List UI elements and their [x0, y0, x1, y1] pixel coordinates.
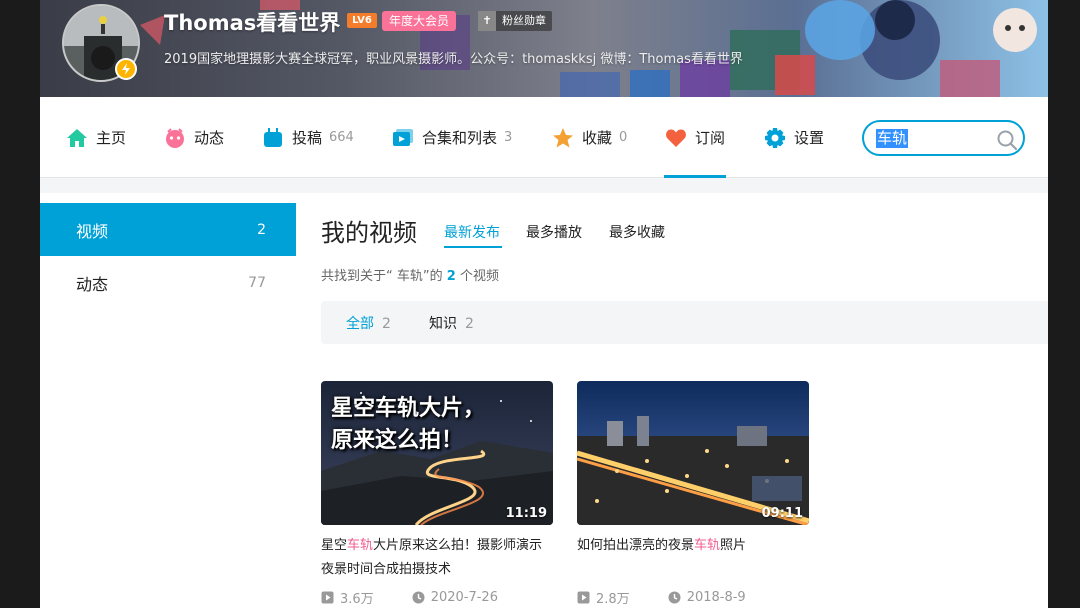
sidebar-item-videos[interactable]: 视频 2 [40, 203, 296, 256]
play-count-icon [577, 591, 590, 604]
title-part: 照片 [720, 538, 747, 553]
nav-label: 合集和列表 [422, 129, 498, 147]
nav-item-dynamic[interactable]: 动态 [164, 97, 224, 178]
sidebar-item-label: 动态 [76, 274, 109, 294]
play-count: 3.6万 [340, 592, 374, 607]
video-meta: 2.8万 2018-8-9 [577, 588, 809, 607]
nav-item-collections[interactable]: 合集和列表 3 [392, 97, 512, 178]
sort-tab-most-played[interactable]: 最多播放 [526, 222, 582, 242]
search-icon[interactable] [996, 129, 1018, 151]
clock-icon [668, 591, 681, 604]
nav-item-settings[interactable]: 设置 [764, 97, 824, 178]
space-page: Thomas看看世界 LV6 年度大会员 ✝ 粉丝勋章 2019国家地理摄影大赛… [40, 0, 1048, 608]
nav-count: 664 [329, 130, 354, 145]
category-filter: 全部 2 知识 2 [321, 301, 1048, 344]
home-icon [66, 127, 88, 149]
level-badge: LV6 [347, 13, 377, 28]
filter-count: 2 [465, 316, 474, 332]
nav-item-home[interactable]: 主页 [66, 97, 126, 178]
clock-icon [412, 591, 425, 604]
star-icon [552, 127, 574, 149]
play-count: 2.8万 [596, 592, 630, 607]
dynamic-icon [164, 127, 186, 149]
sort-tab-latest[interactable]: 最新发布 [444, 222, 500, 242]
gear-icon [764, 127, 786, 149]
content-sidebar: 视频 2 动态 77 [40, 193, 296, 608]
video-duration: 11:19 [505, 506, 547, 521]
sidebar-item-label: 视频 [76, 221, 109, 241]
title-part: 如何拍出漂亮的夜景 [577, 538, 695, 553]
video-card[interactable]: 星空车轨大片， 原来这么拍！ 11:19 星空车轨大片原来这么拍！摄影师演示夜景… [321, 381, 553, 607]
video-title[interactable]: 星空车轨大片原来这么拍！摄影师演示夜景时间合成拍摄技术 [321, 534, 553, 582]
fan-badge-label: 粉丝勋章 [502, 14, 546, 27]
sidebar-item-count: 77 [248, 274, 266, 291]
nav-item-uploads[interactable]: 投稿 664 [262, 97, 354, 178]
video-meta: 3.6万 2020-7-26 [321, 588, 553, 607]
result-prefix: 共找到关于“ 车轨”的 [321, 269, 443, 284]
sidebar-item-count: 2 [257, 221, 266, 238]
publish-date: 2018-8-9 [686, 590, 746, 605]
filter-knowledge[interactable]: 知识 2 [429, 313, 474, 333]
thumbnail-image [577, 381, 809, 525]
fan-badge[interactable]: ✝ 粉丝勋章 [478, 11, 552, 31]
nav-label: 主页 [96, 129, 127, 147]
result-summary: 共找到关于“ 车轨”的 2 个视频 [321, 265, 499, 284]
result-count: 2 [446, 269, 456, 284]
caption-line: 原来这么拍！ [331, 428, 464, 453]
title-keyword: 车轨 [694, 538, 721, 553]
section-title: 我的视频 [321, 219, 417, 247]
verified-badge-icon [115, 58, 137, 80]
result-suffix: 个视频 [459, 269, 499, 284]
medal-icon: ✝ [478, 11, 496, 31]
thumbnail-caption: 星空车轨大片， 原来这么拍！ [331, 393, 485, 457]
upload-icon [262, 127, 284, 149]
title-part: 星空 [321, 538, 348, 553]
nav-count: 0 [619, 130, 628, 145]
video-title[interactable]: 如何拍出漂亮的夜景车轨照片 [577, 534, 809, 582]
vip-badge[interactable]: 年度大会员 [382, 11, 457, 31]
profile-banner: Thomas看看世界 LV6 年度大会员 ✝ 粉丝勋章 2019国家地理摄影大赛… [40, 0, 1048, 97]
nav-item-subscriptions[interactable]: 订阅 [665, 97, 725, 178]
play-count-icon [321, 591, 334, 604]
username: Thomas看看世界 [164, 11, 341, 35]
sort-tab-indicator [444, 246, 502, 248]
space-search[interactable]: 车轨 [862, 120, 1025, 156]
title-keyword: 车轨 [347, 538, 374, 553]
caption-line: 星空车轨大片， [331, 396, 486, 421]
nav-label: 订阅 [695, 129, 726, 147]
heart-icon [665, 127, 687, 149]
sidebar-item-dynamics[interactable]: 动态 77 [40, 256, 296, 309]
video-results: 我的视频 最新发布 最多播放 最多收藏 共找到关于“ 车轨”的 2 个视频 全部… [296, 193, 1048, 608]
nav-label: 设置 [794, 129, 825, 147]
video-thumbnail[interactable]: 星空车轨大片， 原来这么拍！ 11:19 [321, 381, 553, 525]
profile-bio: 2019国家地理摄影大赛全球冠军，职业风景摄影师。公众号：thomaskksj … [164, 52, 743, 67]
video-thumbnail[interactable]: 09:11 [577, 381, 809, 525]
publish-date: 2020-7-26 [430, 590, 498, 605]
nav-label: 收藏 [582, 129, 613, 147]
nav-label: 投稿 [292, 129, 323, 147]
sort-tab-most-favorited[interactable]: 最多收藏 [609, 222, 665, 242]
filter-count: 2 [382, 316, 391, 332]
video-duration: 09:11 [761, 506, 803, 521]
collection-icon [392, 127, 414, 149]
nav-item-favorites[interactable]: 收藏 0 [552, 97, 627, 178]
filter-label: 全部 [346, 316, 374, 332]
nav-count: 3 [504, 130, 513, 145]
search-selected-text: 车轨 [876, 129, 909, 148]
filter-label: 知识 [429, 316, 457, 332]
nav-label: 动态 [194, 129, 225, 147]
filter-all[interactable]: 全部 2 [346, 313, 391, 333]
video-card[interactable]: 09:11 如何拍出漂亮的夜景车轨照片 2.8万 2018-8-9 [577, 381, 809, 607]
active-nav-indicator [664, 175, 726, 178]
